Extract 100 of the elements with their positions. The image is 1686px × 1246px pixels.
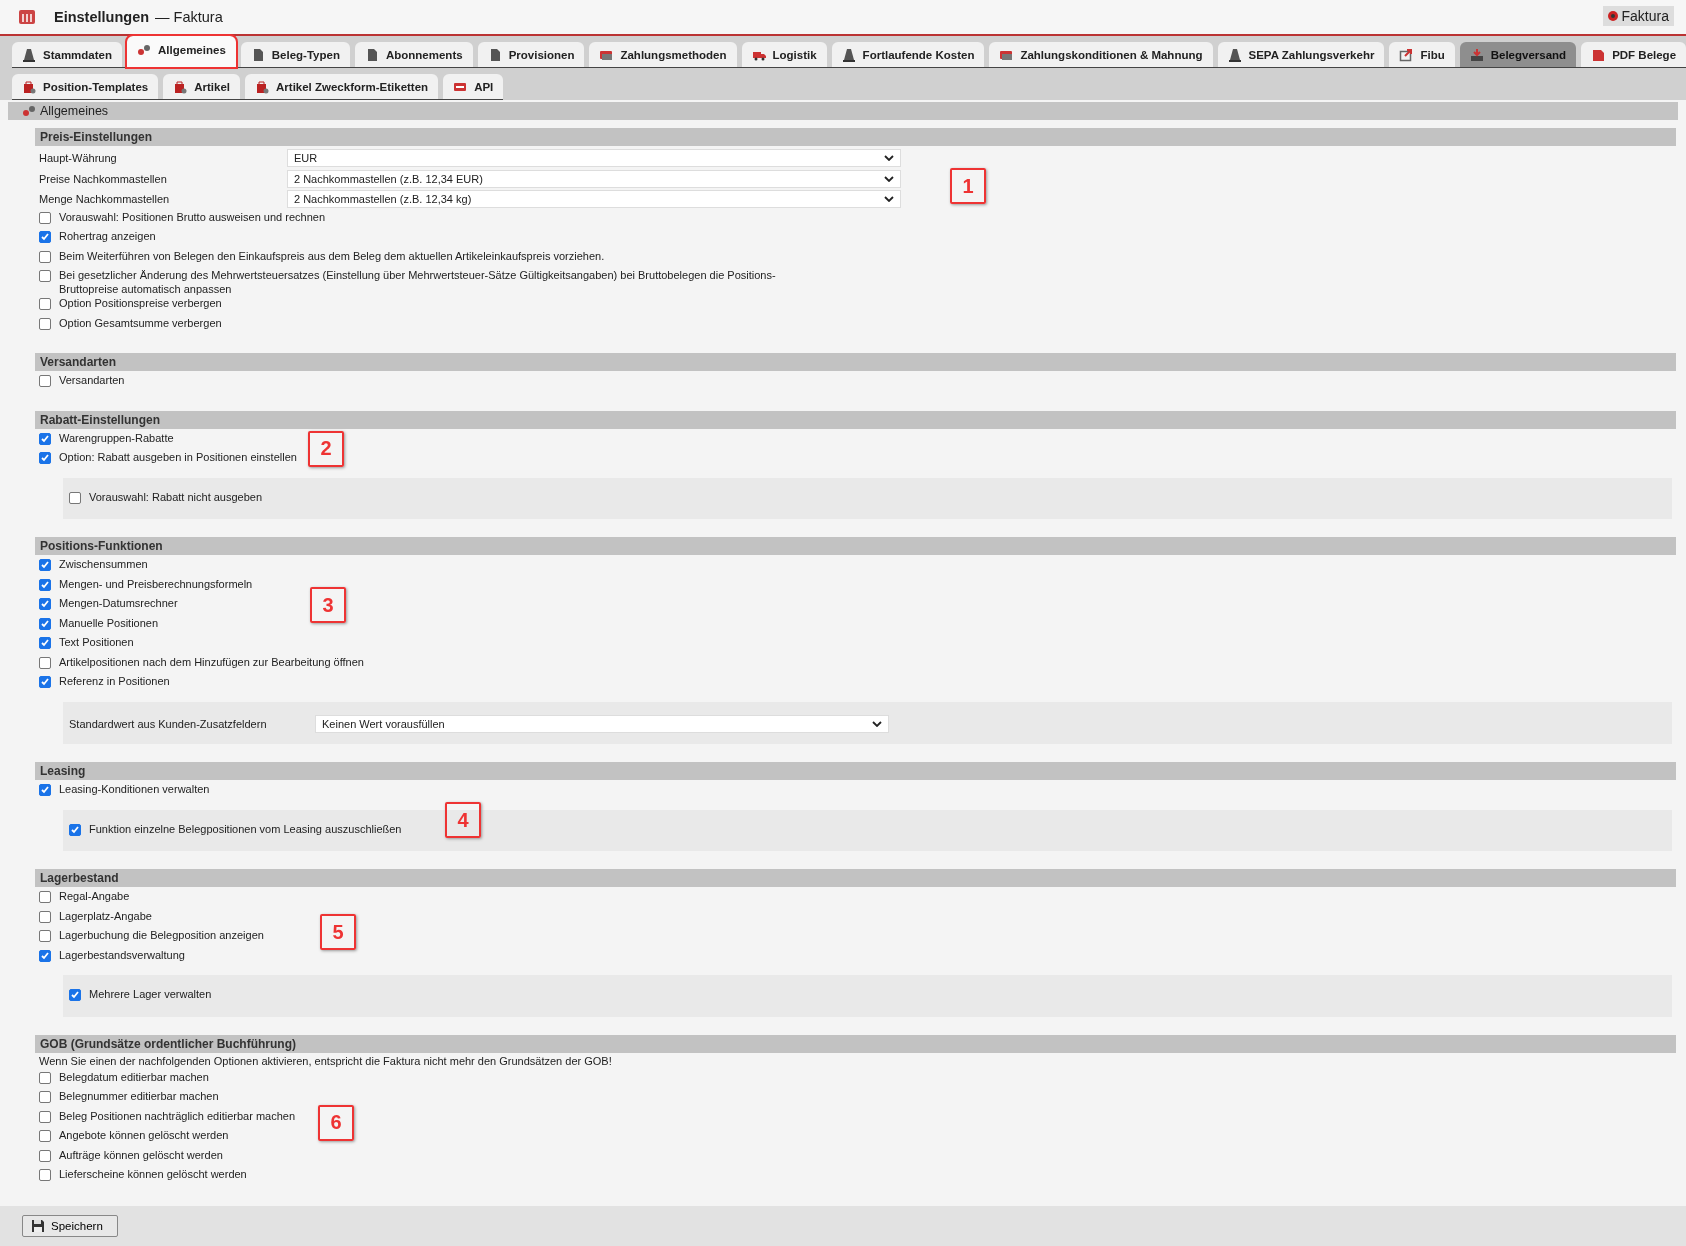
checkbox[interactable] (39, 676, 51, 688)
inbox-icon (1469, 48, 1484, 62)
checkbox[interactable] (39, 559, 51, 571)
checkbox[interactable] (69, 823, 81, 836)
checkbox[interactable] (39, 1091, 51, 1103)
section-header: Versandarten (35, 353, 1676, 371)
checkbox[interactable] (39, 231, 51, 243)
card-icon (999, 48, 1014, 62)
checkbox[interactable] (69, 491, 81, 504)
tab[interactable]: Position-Templates (12, 74, 159, 99)
checkbox[interactable] (39, 317, 51, 330)
checkbox-label: Rohertrag anzeigen (59, 229, 156, 243)
checkbox-label: Lagerbestandsverwaltung (59, 947, 185, 962)
gears-icon (137, 42, 152, 57)
checkbox-label: Mehrere Lager verwalten (89, 987, 212, 1001)
chevron-down-icon (884, 196, 894, 203)
checkbox[interactable] (39, 298, 51, 310)
cone-icon (1227, 48, 1242, 62)
tab[interactable]: SEPA Zahlungsverkehr (1217, 42, 1385, 67)
checkbox[interactable] (39, 375, 51, 387)
tab[interactable]: Fortlaufende Kosten (831, 42, 985, 67)
section-header: Lagerbestand (35, 869, 1676, 887)
api-icon (453, 80, 468, 94)
tab[interactable]: Beleg-Typen (240, 42, 350, 67)
tab[interactable]: PDF Belege (1581, 42, 1686, 67)
window-title: Einstellungen (54, 9, 150, 25)
bag-icon (173, 80, 188, 94)
checkbox-label: Referenz in Positionen (59, 674, 170, 688)
chevron-down-icon (872, 720, 882, 727)
tab[interactable]: Belegversand (1459, 42, 1577, 67)
dropdown[interactable]: 2 Nachkommastellen (z.B. 12,34 kg) (287, 190, 901, 209)
tab[interactable]: Stammdaten (12, 42, 123, 67)
tab[interactable]: Zahlungsmethoden (589, 42, 737, 67)
tab[interactable]: Abonnements (354, 42, 473, 67)
dropdown[interactable]: Keinen Wert vorausfüllen (315, 714, 889, 733)
checkbox[interactable] (39, 637, 51, 649)
checkbox[interactable] (39, 598, 51, 610)
checkbox-label: Regal-Angabe (59, 889, 130, 903)
checkbox-label: Mengen-Datumsrechner (59, 596, 178, 610)
tab[interactable]: Fibu (1389, 42, 1455, 67)
checkbox[interactable] (39, 656, 51, 669)
checkbox-label: Lagerbuchung die Belegposition anzeigen (59, 928, 264, 942)
checkbox[interactable] (39, 1130, 51, 1142)
callout-number: 5 (320, 914, 356, 950)
checkbox-label: Lagerplatz-Angabe (59, 908, 152, 923)
checkbox-label: Option: Rabatt ausgeben in Positionen einstellen (59, 450, 297, 464)
chevron-down-icon (884, 155, 894, 162)
bag-icon (255, 80, 269, 94)
checkbox[interactable] (39, 949, 51, 962)
tab[interactable]: Artikel Zweckform-Etiketten (245, 74, 439, 99)
checkbox-label: Leasing-Konditionen verwalten (59, 782, 210, 796)
checkbox[interactable] (39, 891, 51, 903)
checkbox[interactable] (39, 784, 51, 796)
checkbox[interactable] (39, 617, 51, 630)
checkbox[interactable] (39, 1169, 51, 1181)
dropdown[interactable]: EUR (287, 149, 901, 168)
record-icon (1607, 11, 1618, 21)
dropdown[interactable]: 2 Nachkommastellen (z.B. 12,34 EUR) (287, 169, 901, 188)
checkbox[interactable] (39, 432, 51, 445)
checkbox-label: Mengen- und Preisberechnungsformeln (59, 576, 253, 591)
checkbox-label: Bei gesetzlicher Änderung des Mehrwertsteuersatzes (Einstellung über Mehrwertsteuer-Sätze Gültigkeitsangaben) bei Bruttobelegen die Positions-Bruttopreise automatisch anpassen (59, 268, 777, 296)
tab[interactable]: API (443, 74, 504, 99)
checkbox[interactable] (39, 930, 51, 942)
checkbox[interactable] (39, 1149, 51, 1162)
tab[interactable]: Allgemeines (127, 36, 236, 67)
settings-icon (18, 9, 36, 25)
checkbox-label: Vorauswahl: Positionen Brutto ausweisen und rechnen (59, 209, 325, 224)
checkbox-label: Versandarten (59, 373, 125, 387)
checkbox-label: Artikelpositionen nach dem Hinzufügen zur Bearbeitung öffnen (59, 654, 364, 669)
checkbox-label: Option Gesamtsumme verbergen (59, 315, 222, 330)
checkbox[interactable] (39, 270, 51, 282)
checkbox-label: Belegnummer editierbar machen (59, 1089, 219, 1103)
checkbox[interactable] (39, 250, 51, 263)
module-badge[interactable]: Faktura (1602, 6, 1674, 26)
section-header: Positions-Funktionen (35, 537, 1676, 555)
callout-number: 3 (310, 587, 346, 623)
gears-icon (22, 104, 36, 118)
tab[interactable]: Logistik (741, 42, 827, 67)
section-header: GOB (Grundsätze ordentlicher Buchführung) (35, 1034, 1676, 1053)
checkbox-label: Belegdatum editierbar machen (59, 1069, 209, 1084)
field-label: Menge Nachkommastellen (39, 193, 171, 206)
checkbox[interactable] (39, 1110, 51, 1123)
field-label: Haupt-Währung (39, 152, 118, 165)
checkbox[interactable] (39, 578, 51, 591)
save-button[interactable]: Speichern (22, 1215, 118, 1237)
card-icon (599, 48, 614, 62)
checkbox[interactable] (39, 910, 51, 923)
checkbox-label: Beleg Positionen nachträglich editierbar machen (59, 1108, 296, 1123)
window-subtitle: — Faktura (155, 9, 223, 25)
tab[interactable]: Artikel (163, 74, 240, 99)
checkbox[interactable] (39, 1071, 51, 1084)
checkbox[interactable] (39, 211, 51, 224)
field-label: Standardwert aus Kunden-Zusatzfeldern (69, 717, 268, 730)
checkbox-label: Beim Weiterführen von Belegen den Einkaufspreis aus dem Beleg dem aktuellen Artikeleinkaufspreis vorziehen. (59, 248, 605, 263)
checkbox[interactable] (69, 989, 81, 1001)
checkbox[interactable] (39, 452, 51, 464)
section-header: Preis-Einstellungen (35, 128, 1676, 146)
panel-title: Allgemeines (40, 104, 109, 118)
tab[interactable]: Provisionen (477, 42, 585, 67)
tab[interactable]: Zahlungskonditionen & Mahnung (989, 42, 1213, 67)
